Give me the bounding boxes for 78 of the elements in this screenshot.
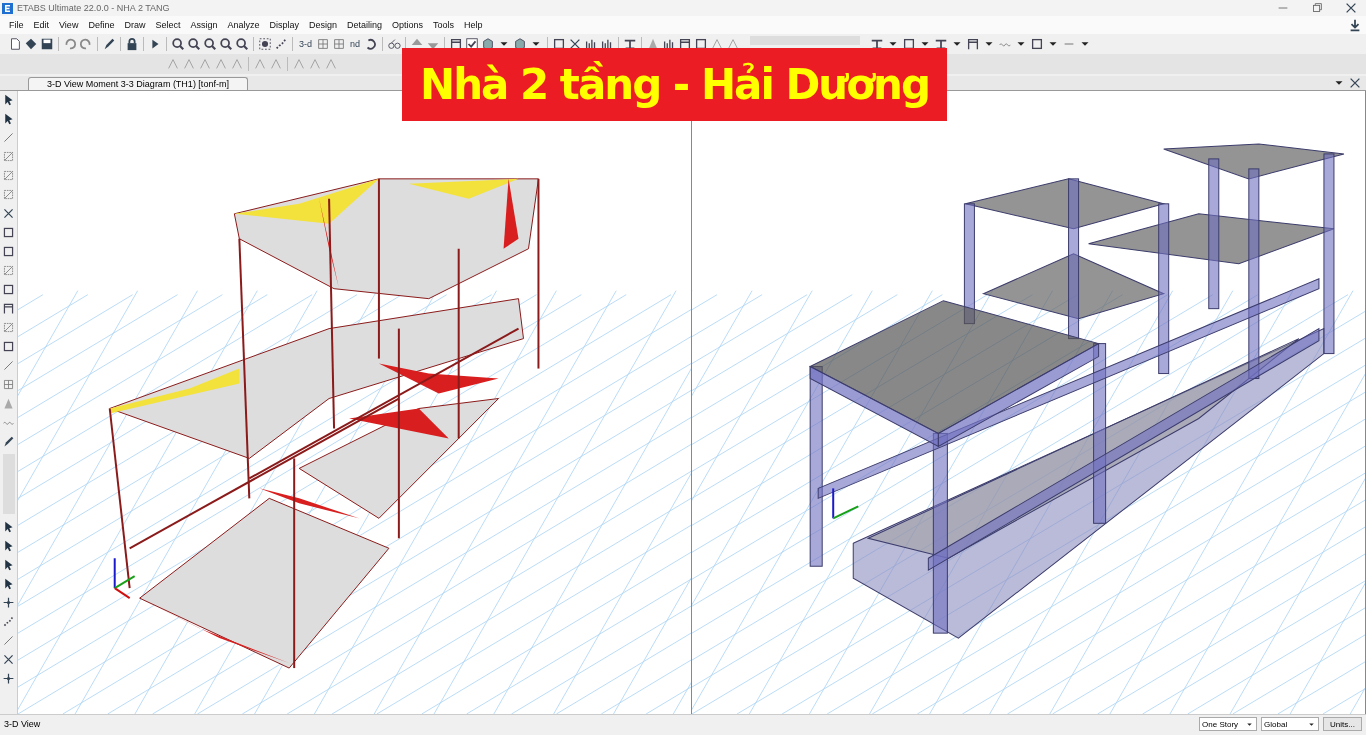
dashed-rectangle-icon[interactable] <box>2 169 15 182</box>
axis-icon <box>113 557 136 600</box>
menu-item[interactable]: Display <box>264 20 304 30</box>
frame-icon[interactable] <box>449 37 464 51</box>
menu-item[interactable]: Design <box>304 20 342 30</box>
square-icon[interactable] <box>1030 37 1045 51</box>
faded-tool-icon[interactable] <box>726 37 741 51</box>
story-dropdown[interactable]: One Story <box>1199 717 1258 731</box>
zoom-icon[interactable] <box>235 37 249 51</box>
menu-item[interactable]: Assign <box>185 20 223 30</box>
line-icon[interactable] <box>2 359 15 372</box>
dotted-line-icon[interactable] <box>2 615 15 628</box>
save-icon[interactable] <box>40 37 54 51</box>
frame-icon[interactable] <box>678 37 693 51</box>
menu-item[interactable]: Select <box>150 20 186 30</box>
grid-icon[interactable] <box>332 37 346 51</box>
dashed-rectangle-icon[interactable] <box>2 188 15 201</box>
menu-item[interactable]: Draw <box>119 20 151 30</box>
undo-icon[interactable] <box>63 37 77 51</box>
dotted-line-icon[interactable] <box>274 37 288 51</box>
pan-icon[interactable] <box>258 37 272 51</box>
units-button[interactable]: Units... <box>1323 717 1362 731</box>
dashed-rectangle-icon[interactable] <box>2 150 15 163</box>
pencil-icon[interactable] <box>102 37 116 51</box>
dashed-rectangle-icon[interactable] <box>2 264 15 277</box>
redo-icon[interactable] <box>79 37 93 51</box>
menu-item[interactable]: Help <box>459 20 488 30</box>
window-title: ETABS Ultimate 22.0.0 - NHA 2 TANG <box>17 3 170 13</box>
glasses-icon[interactable] <box>387 37 402 51</box>
pointer-icon[interactable] <box>2 520 15 533</box>
3d-view-button[interactable]: 3-d <box>297 39 314 49</box>
dashed-rectangle-icon[interactable] <box>2 321 15 334</box>
menu-item[interactable]: Edit <box>28 20 55 30</box>
node-icon[interactable] <box>2 596 15 609</box>
lock-icon[interactable] <box>125 37 139 51</box>
cross-icon[interactable] <box>2 207 15 220</box>
line-icon[interactable] <box>2 131 15 144</box>
grid-icon[interactable] <box>2 378 15 391</box>
coordinate-system-dropdown[interactable]: Global <box>1261 717 1320 731</box>
cross-icon[interactable] <box>2 653 15 666</box>
square-icon[interactable] <box>2 245 15 258</box>
title-banner: Nhà 2 tầng - Hải Dương <box>402 48 947 121</box>
pencil-icon[interactable] <box>2 435 15 448</box>
menu-item[interactable]: Analyze <box>222 20 265 30</box>
faded-tool-icon[interactable] <box>710 37 725 51</box>
zoom-icon[interactable] <box>187 37 201 51</box>
menu-item[interactable]: File <box>4 20 29 30</box>
square-icon[interactable] <box>2 226 15 239</box>
status-text: 3-D View <box>4 719 41 729</box>
zoom-icon[interactable] <box>203 37 217 51</box>
menu-item[interactable]: Options <box>387 20 429 30</box>
pointer-icon[interactable] <box>2 577 15 590</box>
menu-item[interactable]: Define <box>83 20 120 30</box>
download-icon[interactable] <box>1348 18 1362 32</box>
square-icon[interactable] <box>2 340 15 353</box>
frame-icon[interactable] <box>2 302 15 315</box>
pointer-icon[interactable] <box>2 112 15 125</box>
menu-item[interactable]: Detailing <box>342 20 388 30</box>
frame-icon[interactable] <box>966 37 981 51</box>
pointer-icon[interactable] <box>2 93 15 106</box>
rotate-icon[interactable] <box>364 37 379 51</box>
menu-item[interactable]: Tools <box>428 20 460 30</box>
square-icon[interactable] <box>2 283 15 296</box>
grid-icon[interactable] <box>316 37 330 51</box>
cross-icon[interactable] <box>1344 1 1358 15</box>
zoom-icon[interactable] <box>171 37 185 51</box>
new-file-icon[interactable] <box>8 37 22 51</box>
line-icon[interactable] <box>2 634 15 647</box>
axis-icon <box>832 487 860 520</box>
pointer-icon[interactable] <box>2 558 15 571</box>
view-tab[interactable]: 3-D View Moment 3-3 Diagram (TH1) [tonf-m] <box>28 77 248 90</box>
zoom-icon[interactable] <box>219 37 233 51</box>
node-icon[interactable] <box>2 672 15 685</box>
menu-item[interactable]: View <box>54 20 84 30</box>
cross-icon[interactable] <box>1348 76 1362 90</box>
pointer-icon[interactable] <box>2 539 15 552</box>
toolbar-text-button[interactable]: nd <box>348 39 363 49</box>
restore-icon[interactable] <box>1310 1 1324 15</box>
